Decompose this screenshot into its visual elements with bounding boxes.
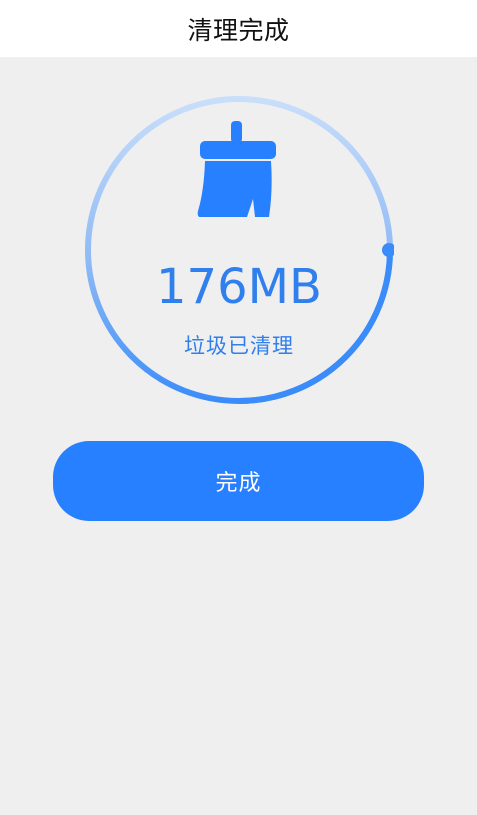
clean-result-ring: 176MB 垃圾已清理 <box>84 95 394 405</box>
page-title: 清理完成 <box>187 15 290 45</box>
broom-icon <box>197 121 276 217</box>
main-content: 176MB 垃圾已清理 完成 <box>0 57 477 815</box>
cleaned-label: 垃圾已清理 <box>184 334 294 358</box>
done-button[interactable]: 完成 <box>53 441 424 521</box>
top-bar: 清理完成 <box>0 0 477 57</box>
cleaned-size-value: 176MB <box>156 259 322 315</box>
progress-end-dot <box>382 243 394 257</box>
done-button-label: 完成 <box>215 471 262 496</box>
